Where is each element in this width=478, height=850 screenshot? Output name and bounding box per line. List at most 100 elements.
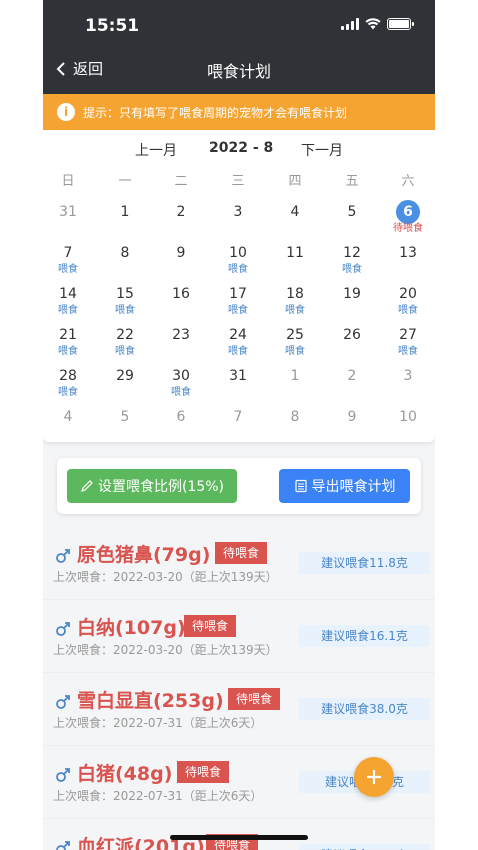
day-number: 8 — [290, 409, 300, 425]
weekday-label: 日 — [61, 174, 75, 189]
list-icon — [294, 479, 307, 493]
status-icons — [341, 18, 414, 30]
status-badge: 待喂食 — [184, 615, 237, 637]
day-number: 31 — [229, 368, 247, 384]
calendar-day[interactable]: 10 喂食 — [218, 241, 258, 281]
pet-row[interactable]: 雪白显直(253g) 待喂食 上次喂食：2022-07-31（距上次6天） 建议喂食3… — [43, 674, 435, 746]
day-number: 10 — [399, 409, 417, 425]
calendar-day[interactable]: 29 — [105, 364, 145, 404]
calendar-day[interactable]: 28 喂食 — [48, 364, 88, 404]
day-number: 6 — [396, 200, 420, 224]
calendar-day[interactable]: 6 — [161, 405, 201, 445]
day-number: 2 — [176, 204, 186, 220]
day-number: 26 — [343, 327, 361, 343]
calendar-day[interactable]: 3 — [218, 200, 258, 240]
calendar-day[interactable]: 9 — [332, 405, 372, 445]
feeding-tag: 喂食 — [115, 346, 135, 357]
calendar-day[interactable]: 19 — [332, 282, 372, 322]
calendar-day[interactable]: 26 — [332, 323, 372, 363]
calendar-day[interactable]: 7 — [218, 405, 258, 445]
feeding-tag: 喂食 — [228, 346, 248, 357]
calendar-day[interactable]: 25 喂食 — [275, 323, 315, 363]
calendar-day[interactable]: 8 — [105, 241, 145, 281]
notice-text: 提示：只有填写了喂食周期的宠物才会有喂食计划 — [83, 105, 348, 120]
day-number: 28 — [59, 368, 77, 384]
export-plan-label: 导出喂食计划 — [311, 479, 396, 495]
status-badge: 待喂食 — [228, 688, 281, 710]
export-plan-button[interactable]: 导出喂食计划 — [279, 469, 410, 503]
day-number: 7 — [63, 245, 73, 261]
day-number: 7 — [233, 409, 243, 425]
male-icon — [56, 841, 70, 850]
calendar-day[interactable]: 21 喂食 — [48, 323, 88, 363]
calendar-day[interactable]: 10 — [388, 405, 428, 445]
calendar-day[interactable]: 2 — [161, 200, 201, 240]
day-number: 8 — [120, 245, 130, 261]
day-number: 27 — [399, 327, 417, 343]
calendar-day[interactable]: 8 — [275, 405, 315, 445]
calendar-day[interactable]: 1 — [275, 364, 315, 404]
day-number: 24 — [229, 327, 247, 343]
calendar-day[interactable]: 13 — [388, 241, 428, 281]
day-number: 6 — [176, 409, 186, 425]
pet-row[interactable]: 白纳(107g) 待喂食 上次喂食：2022-03-20（距上次139天） 建议喂食1… — [43, 601, 435, 673]
add-button[interactable] — [354, 757, 394, 797]
feeding-tag: 喂食 — [58, 305, 78, 316]
weekday-label: 二 — [174, 174, 188, 189]
set-ratio-button[interactable]: 设置喂食比例(15%) — [67, 469, 237, 503]
status-badge: 待喂食 — [177, 761, 230, 783]
calendar-day[interactable]: 4 — [275, 200, 315, 240]
feeding-tag: 喂食 — [171, 387, 191, 398]
calendar-day[interactable]: 31 — [48, 200, 88, 240]
next-month-button[interactable]: 下一月 — [301, 140, 343, 160]
pet-name: 原色猪鼻(79g) — [77, 544, 211, 566]
calendar-day[interactable]: 14 喂食 — [48, 282, 88, 322]
day-number: 9 — [347, 409, 357, 425]
calendar-day[interactable]: 5 — [332, 200, 372, 240]
day-number: 31 — [59, 204, 77, 220]
day-number: 18 — [286, 286, 304, 302]
status-badge: 待喂食 — [215, 542, 268, 564]
calendar-day[interactable]: 7 喂食 — [48, 241, 88, 281]
last-feeding: 上次喂食：2022-07-31（距上次6天） — [53, 716, 263, 730]
day-number: 17 — [229, 286, 247, 302]
calendar-day[interactable]: 23 — [161, 323, 201, 363]
calendar-day[interactable]: 27 喂食 — [388, 323, 428, 363]
calendar-day[interactable]: 4 — [48, 405, 88, 445]
set-ratio-label: 设置喂食比例(15%) — [97, 479, 225, 495]
calendar-day[interactable]: 3 — [388, 364, 428, 404]
calendar-day[interactable]: 24 喂食 — [218, 323, 258, 363]
day-number: 1 — [120, 204, 130, 220]
calendar-day[interactable]: 18 喂食 — [275, 282, 315, 322]
calendar-day[interactable]: 17 喂食 — [218, 282, 258, 322]
calendar-day[interactable]: 30 喂食 — [161, 364, 201, 404]
calendar-day[interactable]: 31 — [218, 364, 258, 404]
day-number: 3 — [403, 368, 413, 384]
feeding-tag: 喂食 — [58, 264, 78, 275]
day-number: 10 — [229, 245, 247, 261]
day-number: 4 — [63, 409, 73, 425]
prev-month-button[interactable]: 上一月 — [135, 140, 177, 160]
calendar-day[interactable]: 9 — [161, 241, 201, 281]
calendar-day[interactable]: 2 — [332, 364, 372, 404]
calendar-day[interactable]: 1 — [105, 200, 145, 240]
pet-row[interactable]: 原色猪鼻(79g) 待喂食 上次喂食：2022-03-20（距上次139天） 建议喂食… — [43, 528, 435, 600]
feeding-tag: 喂食 — [398, 346, 418, 357]
calendar: 上一月 2022 - 8 下一月 日一二三四五六 31 1 2 3 4 5 6 待喂食 7 喂食 8… — [43, 130, 435, 442]
day-number: 29 — [116, 368, 134, 384]
calendar-day[interactable]: 12 喂食 — [332, 241, 372, 281]
calendar-day[interactable]: 20 喂食 — [388, 282, 428, 322]
feeding-tag: 待喂食 — [393, 223, 423, 234]
weekday-label: 五 — [345, 174, 359, 189]
day-number: 30 — [172, 368, 190, 384]
plus-icon — [367, 770, 381, 784]
calendar-day[interactable]: 5 — [105, 405, 145, 445]
phone-screen: 15:51 返回 喂食计划 i 提示：只有填写了喂食周期的宠物才会有喂食计划 上… — [43, 0, 435, 850]
calendar-day[interactable]: 15 喂食 — [105, 282, 145, 322]
calendar-day[interactable]: 16 — [161, 282, 201, 322]
weekday-label: 四 — [288, 174, 302, 189]
calendar-day[interactable]: 22 喂食 — [105, 323, 145, 363]
calendar-day[interactable]: 6 待喂食 — [388, 200, 428, 240]
male-icon — [56, 622, 70, 636]
calendar-day[interactable]: 11 — [275, 241, 315, 281]
